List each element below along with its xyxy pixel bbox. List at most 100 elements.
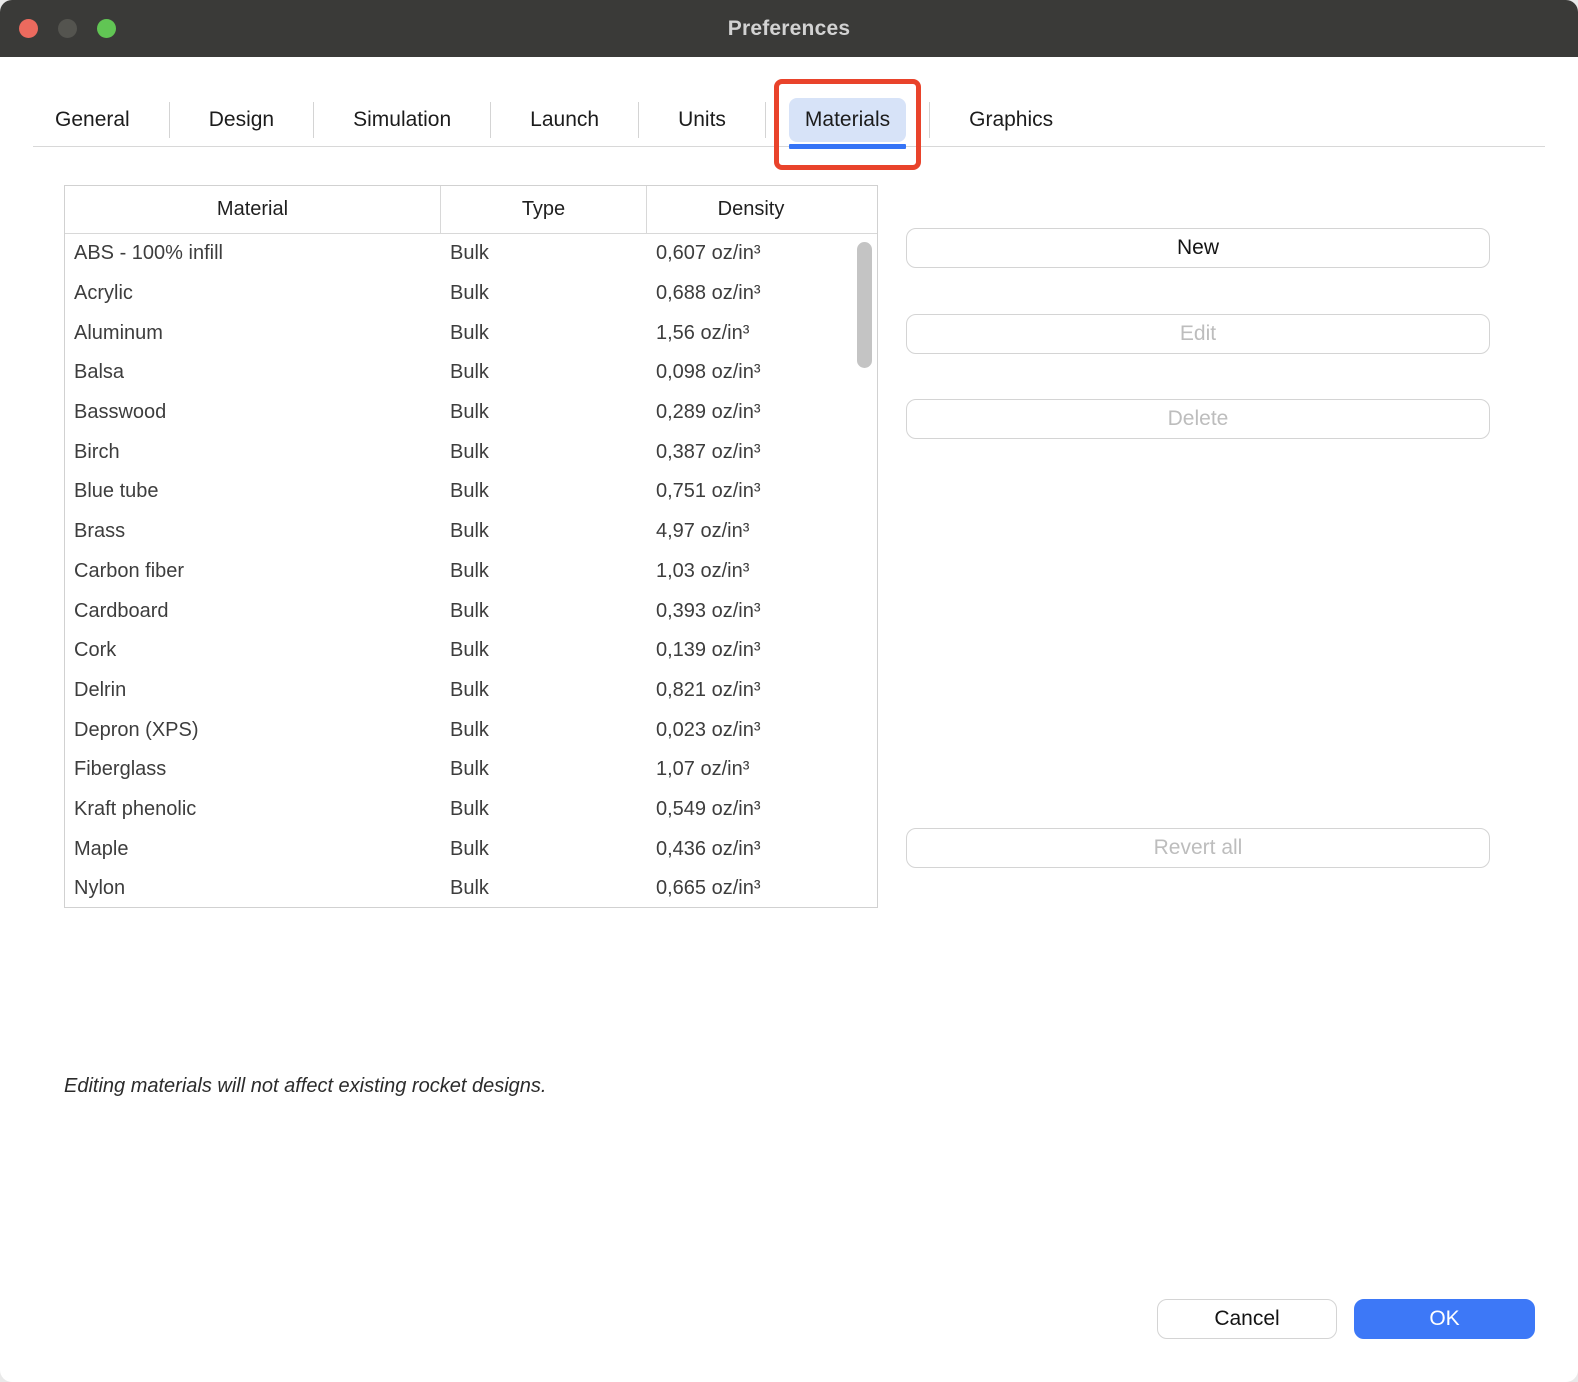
table-row[interactable]: BalsaBulk0,098 oz/in³ <box>65 353 877 393</box>
table-row[interactable]: Depron (XPS)Bulk0,023 oz/in³ <box>65 710 877 750</box>
tab-units[interactable]: Units <box>662 98 742 142</box>
density-cell: 0,387 oz/in³ <box>647 441 855 464</box>
materials-table: MaterialTypeDensity ABS - 100% infillBul… <box>64 185 878 908</box>
material-cell: Acrylic <box>65 282 441 305</box>
table-row[interactable]: ABS - 100% infillBulk0,607 oz/in³ <box>65 234 877 274</box>
preferences-window: Preferences General Design Simulation Launc… <box>0 0 1578 1382</box>
materials-note: Editing materials will not affect existi… <box>64 1075 546 1098</box>
material-cell: Depron (XPS) <box>65 719 441 742</box>
table-row[interactable]: AcrylicBulk0,688 oz/in³ <box>65 274 877 314</box>
material-cell: Aluminum <box>65 322 441 345</box>
ok-button[interactable]: OK <box>1354 1299 1535 1339</box>
material-cell: Cardboard <box>65 600 441 623</box>
density-cell: 0,607 oz/in³ <box>647 242 855 265</box>
type-cell: Bulk <box>441 361 647 384</box>
density-cell: 0,688 oz/in³ <box>647 282 855 305</box>
table-row[interactable]: AluminumBulk1,56 oz/in³ <box>65 313 877 353</box>
tab-separator <box>490 102 491 138</box>
zoom-button[interactable] <box>97 19 116 38</box>
type-cell: Bulk <box>441 719 647 742</box>
table-row[interactable]: BirchBulk0,387 oz/in³ <box>65 432 877 472</box>
tab-separator <box>638 102 639 138</box>
density-cell: 0,393 oz/in³ <box>647 600 855 623</box>
tab-label: Design <box>209 108 274 131</box>
titlebar: Preferences <box>0 0 1578 57</box>
tab-bar: General Design Simulation Launch Units Materi… <box>33 94 1545 147</box>
density-cell: 4,97 oz/in³ <box>647 520 855 543</box>
cancel-button[interactable]: Cancel <box>1157 1299 1337 1339</box>
material-cell: Brass <box>65 520 441 543</box>
material-cell: Blue tube <box>65 480 441 503</box>
table-row[interactable]: MapleBulk0,436 oz/in³ <box>65 829 877 869</box>
type-cell: Bulk <box>441 282 647 305</box>
density-cell: 0,549 oz/in³ <box>647 798 855 821</box>
tab-label: Graphics <box>969 108 1053 131</box>
tab-label: Units <box>678 108 726 131</box>
type-cell: Bulk <box>441 758 647 781</box>
tab-label: Simulation <box>353 108 451 131</box>
material-cell: Basswood <box>65 401 441 424</box>
density-cell: 0,821 oz/in³ <box>647 679 855 702</box>
tab-materials[interactable]: Materials <box>789 98 906 142</box>
table-row[interactable]: DelrinBulk0,821 oz/in³ <box>65 671 877 711</box>
edit-button[interactable]: Edit <box>906 314 1490 354</box>
tab-label: General <box>55 108 130 131</box>
material-cell: Cork <box>65 639 441 662</box>
column-header-density[interactable]: Density <box>647 186 855 233</box>
traffic-lights <box>19 0 116 57</box>
material-cell: ABS - 100% infill <box>65 242 441 265</box>
table-row[interactable]: CardboardBulk0,393 oz/in³ <box>65 591 877 631</box>
type-cell: Bulk <box>441 520 647 543</box>
density-cell: 1,03 oz/in³ <box>647 560 855 583</box>
table-body: ABS - 100% infillBulk0,607 oz/in³Acrylic… <box>65 234 877 908</box>
tab-separator <box>313 102 314 138</box>
table-row[interactable]: FiberglassBulk1,07 oz/in³ <box>65 750 877 790</box>
material-cell: Carbon fiber <box>65 560 441 583</box>
density-cell: 0,289 oz/in³ <box>647 401 855 424</box>
table-row[interactable]: BrassBulk4,97 oz/in³ <box>65 512 877 552</box>
type-cell: Bulk <box>441 480 647 503</box>
new-button[interactable]: New <box>906 228 1490 268</box>
column-header-material[interactable]: Material <box>65 186 441 233</box>
tab-separator <box>169 102 170 138</box>
density-cell: 0,436 oz/in³ <box>647 838 855 861</box>
vertical-scrollbar-thumb[interactable] <box>857 242 872 368</box>
type-cell: Bulk <box>441 798 647 821</box>
type-cell: Bulk <box>441 679 647 702</box>
table-row[interactable]: BasswoodBulk0,289 oz/in³ <box>65 393 877 433</box>
minimize-button[interactable] <box>58 19 77 38</box>
close-button[interactable] <box>19 19 38 38</box>
tab-simulation[interactable]: Simulation <box>337 98 467 142</box>
material-cell: Nylon <box>65 877 441 900</box>
tab-graphics[interactable]: Graphics <box>953 98 1069 142</box>
density-cell: 0,023 oz/in³ <box>647 719 855 742</box>
density-cell: 0,751 oz/in³ <box>647 480 855 503</box>
material-cell: Balsa <box>65 361 441 384</box>
tab-separator <box>929 102 930 138</box>
tab-general[interactable]: General <box>39 98 146 142</box>
tab-separator <box>765 102 766 138</box>
table-row[interactable]: Carbon fiberBulk1,03 oz/in³ <box>65 552 877 592</box>
density-cell: 0,139 oz/in³ <box>647 639 855 662</box>
tab-launch[interactable]: Launch <box>514 98 615 142</box>
material-cell: Kraft phenolic <box>65 798 441 821</box>
density-cell: 0,665 oz/in³ <box>647 877 855 900</box>
table-row[interactable]: NylonBulk0,665 oz/in³ <box>65 869 877 908</box>
table-row[interactable]: Blue tubeBulk0,751 oz/in³ <box>65 472 877 512</box>
density-cell: 1,56 oz/in³ <box>647 322 855 345</box>
table-row[interactable]: CorkBulk0,139 oz/in³ <box>65 631 877 671</box>
table-header-row: MaterialTypeDensity <box>65 186 877 234</box>
density-cell: 1,07 oz/in³ <box>647 758 855 781</box>
type-cell: Bulk <box>441 639 647 662</box>
revert-all-button[interactable]: Revert all <box>906 828 1490 868</box>
table-row[interactable]: Kraft phenolicBulk0,549 oz/in³ <box>65 790 877 830</box>
type-cell: Bulk <box>441 560 647 583</box>
tab-design[interactable]: Design <box>193 98 290 142</box>
tab-label: Materials <box>805 108 890 131</box>
material-cell: Birch <box>65 441 441 464</box>
type-cell: Bulk <box>441 242 647 265</box>
tab-label: Launch <box>530 108 599 131</box>
column-header-type[interactable]: Type <box>441 186 647 233</box>
delete-button[interactable]: Delete <box>906 399 1490 439</box>
type-cell: Bulk <box>441 401 647 424</box>
